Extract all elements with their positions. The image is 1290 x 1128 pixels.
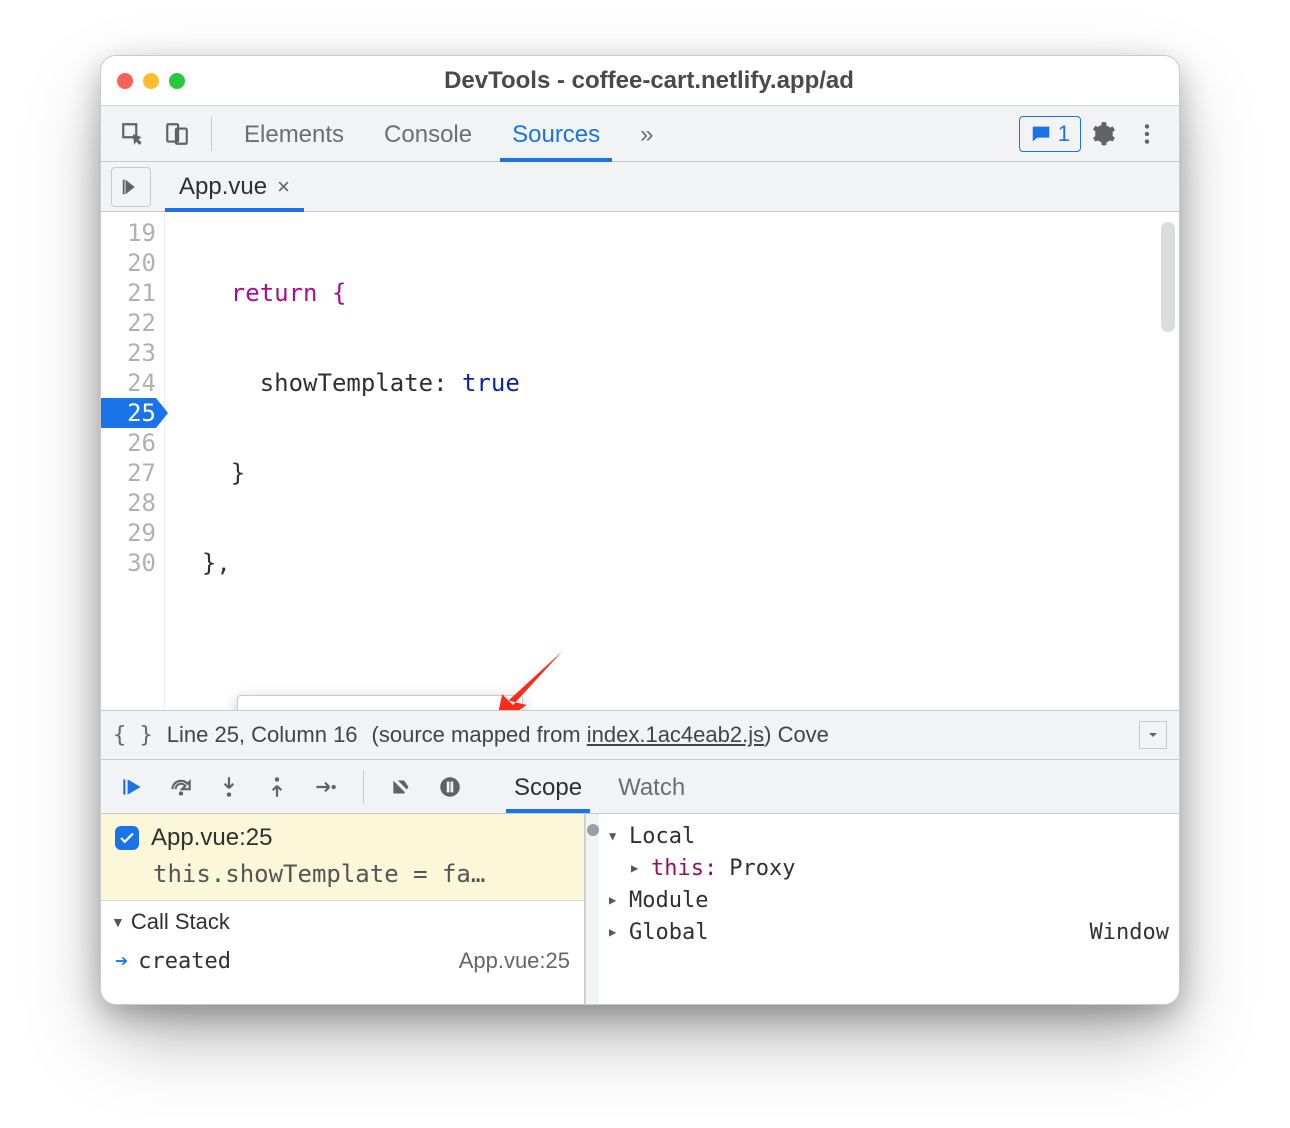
scope-label: Local <box>629 824 695 849</box>
frame-function: created <box>138 949 231 974</box>
callstack-frame[interactable]: ➔ created App.vue:25 <box>101 942 584 980</box>
editor-status-bar: { } Line 25, Column 16 (source mapped fr… <box>101 710 1179 760</box>
tab-console[interactable]: Console <box>364 107 492 161</box>
scope-module[interactable]: ▶ Module <box>609 884 1169 916</box>
line-gutter[interactable]: 19 20 21 22 23 24 25 26 27 28 29 30 <box>101 212 165 710</box>
breakpoint-location: App.vue:25 <box>151 824 272 852</box>
settings-gear-icon[interactable] <box>1081 112 1125 156</box>
line-number[interactable]: 24 <box>101 368 156 398</box>
line-number[interactable]: 26 <box>101 428 156 458</box>
current-frame-icon: ➔ <box>115 949 128 974</box>
source-map-prefix: (source mapped from <box>372 722 587 747</box>
scope-local[interactable]: ▼ Local <box>609 820 1169 852</box>
devtools-toolbar: Elements Console Sources » 1 <box>101 106 1179 162</box>
scope-var-value: Proxy <box>729 856 795 881</box>
line-number[interactable]: 27 <box>101 458 156 488</box>
step-out-button[interactable] <box>255 765 299 809</box>
cursor-position: Line 25, Column 16 <box>167 722 358 748</box>
breakpoint-snippet: this.showTemplate = fa… <box>153 860 570 888</box>
disclosure-triangle-icon: ▼ <box>111 914 125 930</box>
scope-var-value: Window <box>1090 920 1169 945</box>
frame-location: App.vue:25 <box>459 948 570 974</box>
devtools-window: DevTools - coffee-cart.netlify.app/ad El… <box>100 55 1180 1005</box>
file-tab-app-vue[interactable]: App.vue × <box>165 163 304 211</box>
callstack-pane: App.vue:25 this.showTemplate = fa… ▼ Cal… <box>101 814 585 1004</box>
scope-label: Module <box>629 888 708 913</box>
toolbar-divider <box>211 117 212 151</box>
annotation-arrow-icon <box>275 612 365 702</box>
disclosure-triangle-icon: ▼ <box>609 829 623 843</box>
line-number[interactable]: 29 <box>101 518 156 548</box>
execution-line-number[interactable]: 25 <box>101 398 156 428</box>
pretty-print-icon[interactable]: { } <box>113 723 153 748</box>
scope-global[interactable]: ▶ Global Window <box>609 916 1169 948</box>
code-area[interactable]: return { showTemplate: true } }, cre tru… <box>165 212 1179 710</box>
window-minimize-button[interactable] <box>143 73 159 89</box>
disclosure-triangle-icon: ▶ <box>609 925 623 939</box>
pane-splitter[interactable] <box>585 814 599 1004</box>
source-map-suffix: ) <box>764 722 777 747</box>
file-tabs-row: App.vue × <box>101 162 1179 212</box>
deactivate-breakpoints-button[interactable] <box>380 765 424 809</box>
toolbar-divider <box>363 770 364 804</box>
coverage-label: Cove <box>778 722 829 747</box>
step-over-button[interactable] <box>159 765 203 809</box>
disclosure-triangle-icon: ▶ <box>631 861 645 875</box>
source-editor[interactable]: 19 20 21 22 23 24 25 26 27 28 29 30 retu… <box>101 212 1179 710</box>
debugger-toolbar: Scope Watch <box>101 760 1179 814</box>
scope-pane: ▼ Local ▶ this: Proxy ▶ Module ▶ Globa <box>599 814 1179 1004</box>
code-token: true <box>462 369 520 397</box>
scope-var-name: this <box>651 856 704 881</box>
callstack-header[interactable]: ▼ Call Stack <box>101 900 584 942</box>
line-number[interactable]: 21 <box>101 278 156 308</box>
line-number[interactable]: 23 <box>101 338 156 368</box>
line-number[interactable]: 30 <box>101 548 156 578</box>
line-number[interactable]: 22 <box>101 308 156 338</box>
inspect-element-icon[interactable] <box>111 112 155 156</box>
breakpoint-entry[interactable]: App.vue:25 this.showTemplate = fa… <box>101 814 584 900</box>
tab-elements[interactable]: Elements <box>224 107 364 161</box>
breakpoint-checkbox[interactable] <box>115 826 139 850</box>
window-close-button[interactable] <box>117 73 133 89</box>
window-zoom-button[interactable] <box>169 73 185 89</box>
code-token: return { <box>173 279 346 307</box>
navigator-toggle-icon[interactable] <box>111 167 151 207</box>
tab-sources[interactable]: Sources <box>492 107 620 161</box>
tab-scope[interactable]: Scope <box>496 762 600 812</box>
code-token: showTemplate: <box>173 369 462 397</box>
callstack-title: Call Stack <box>131 909 230 935</box>
code-token: }, <box>173 549 231 577</box>
step-button[interactable] <box>303 765 347 809</box>
window-title: DevTools - coffee-cart.netlify.app/ad <box>195 67 1163 95</box>
window-titlebar: DevTools - coffee-cart.netlify.app/ad <box>101 56 1179 106</box>
kebab-menu-icon[interactable] <box>1125 112 1169 156</box>
code-token: } <box>173 459 245 487</box>
line-number[interactable]: 28 <box>101 488 156 518</box>
device-toggle-icon[interactable] <box>155 112 199 156</box>
resume-button[interactable] <box>111 765 155 809</box>
tabs-overflow[interactable]: » <box>620 107 673 161</box>
pause-on-exceptions-button[interactable] <box>428 765 472 809</box>
source-map-origin-link[interactable]: index.1ac4eab2.js <box>587 722 764 747</box>
traffic-lights <box>117 73 185 89</box>
line-number[interactable]: 20 <box>101 248 156 278</box>
issues-count: 1 <box>1058 121 1070 147</box>
disclosure-triangle-icon: ▶ <box>609 893 623 907</box>
scope-this[interactable]: ▶ this: Proxy <box>609 852 1169 884</box>
statusbar-overflow-icon[interactable] <box>1139 721 1167 749</box>
chat-icon <box>1030 123 1052 145</box>
close-tab-icon[interactable]: × <box>277 174 290 200</box>
file-tab-label: App.vue <box>179 173 267 201</box>
debugger-bottom: App.vue:25 this.showTemplate = fa… ▼ Cal… <box>101 814 1179 1004</box>
issues-badge[interactable]: 1 <box>1019 116 1081 152</box>
scope-label: Global <box>629 920 708 945</box>
step-into-button[interactable] <box>207 765 251 809</box>
line-number[interactable]: 19 <box>101 218 156 248</box>
tab-watch[interactable]: Watch <box>600 762 703 812</box>
